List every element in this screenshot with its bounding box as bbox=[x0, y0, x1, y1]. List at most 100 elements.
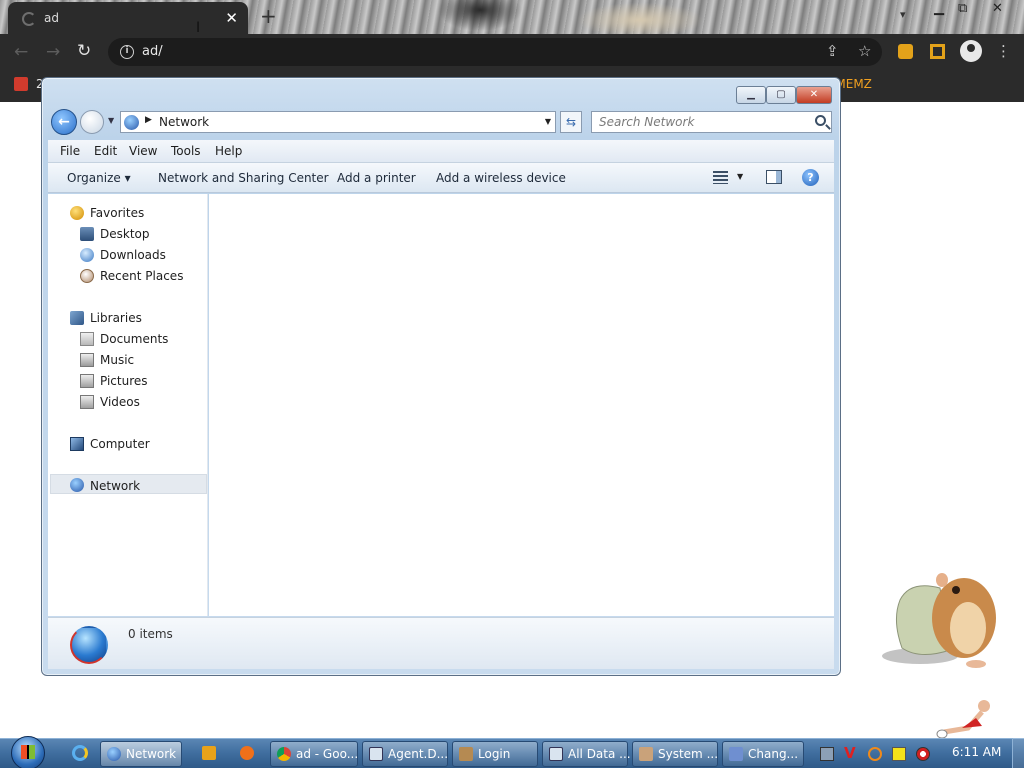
desktop-icon bbox=[80, 227, 94, 241]
breadcrumb-arrow-icon[interactable]: ▶ bbox=[145, 115, 152, 125]
hamster-mascot bbox=[882, 573, 996, 668]
explorer-back-button[interactable]: ← bbox=[51, 109, 77, 135]
view-dropdown-icon[interactable]: ▼ bbox=[737, 172, 743, 181]
search-icon[interactable] bbox=[815, 115, 826, 126]
menu-view[interactable]: View bbox=[129, 144, 157, 158]
address-bar[interactable]: i ad/ bbox=[108, 38, 882, 66]
tab-search-icon[interactable]: ▾ bbox=[900, 8, 906, 21]
task-all-data[interactable]: All Data ... bbox=[542, 741, 631, 767]
explorer-forward-button[interactable] bbox=[80, 110, 104, 134]
details-pane: 0 items bbox=[48, 617, 834, 669]
refresh-icon[interactable]: ⇆ bbox=[560, 111, 582, 133]
nav-recent-places[interactable]: Recent Places bbox=[100, 269, 183, 283]
menu-kebab-icon[interactable]: ⋮ bbox=[996, 42, 1011, 60]
change-view-icon[interactable] bbox=[713, 171, 728, 184]
computer-icon bbox=[70, 437, 84, 451]
nav-computer[interactable]: Computer bbox=[90, 437, 150, 451]
search-input[interactable]: Search Network bbox=[591, 111, 832, 133]
tray-note-icon[interactable] bbox=[892, 747, 906, 761]
nav-network[interactable]: Network bbox=[90, 479, 140, 493]
network-task-icon bbox=[107, 747, 121, 761]
file-list-pane[interactable] bbox=[209, 194, 834, 616]
profile-avatar-icon[interactable] bbox=[960, 40, 982, 62]
breadcrumb-network[interactable]: Network bbox=[159, 115, 209, 129]
chrome-icon bbox=[277, 747, 291, 761]
tray-search-icon[interactable] bbox=[868, 747, 882, 761]
forward-arrow-icon[interactable]: → bbox=[46, 42, 60, 62]
command-bar: Organize ▾ Network and Sharing Center Ad… bbox=[48, 163, 834, 193]
window-minimize-icon[interactable]: ▁ bbox=[934, 1, 944, 16]
nav-libraries[interactable]: Libraries bbox=[90, 311, 142, 325]
figure-shoe bbox=[936, 729, 948, 739]
network-sharing-center-button[interactable]: Network and Sharing Center bbox=[158, 171, 329, 185]
nav-desktop[interactable]: Desktop bbox=[100, 227, 150, 241]
minimize-button[interactable]: ▁ bbox=[736, 86, 766, 104]
preview-pane-icon[interactable] bbox=[766, 170, 782, 184]
menu-help[interactable]: Help bbox=[215, 144, 242, 158]
tray-app-icon[interactable] bbox=[820, 747, 834, 761]
extensions-icon[interactable] bbox=[898, 44, 913, 59]
reload-icon[interactable]: ↻ bbox=[77, 41, 91, 61]
media-player-icon[interactable] bbox=[194, 743, 224, 765]
task-label: ad - Goo... bbox=[296, 747, 359, 761]
tab-close-button[interactable]: ✕ bbox=[225, 9, 238, 27]
nav-videos[interactable]: Videos bbox=[100, 395, 140, 409]
menu-tools[interactable]: Tools bbox=[171, 144, 201, 158]
organize-button[interactable]: Organize ▾ bbox=[67, 171, 131, 185]
hamster-belly bbox=[950, 602, 986, 654]
address-dropdown-icon[interactable]: ▼ bbox=[545, 117, 551, 126]
menu-file[interactable]: File bbox=[60, 144, 80, 158]
figure-dress bbox=[962, 718, 982, 728]
clock[interactable]: 6:11 AM bbox=[952, 745, 1001, 759]
navigation-pane: Favorites Desktop Downloads Recent Place… bbox=[48, 194, 208, 616]
pictures-icon bbox=[80, 374, 94, 388]
nav-documents[interactable]: Documents bbox=[100, 332, 168, 346]
tray-v-icon[interactable]: V bbox=[844, 746, 858, 761]
maximize-button[interactable]: ▢ bbox=[766, 86, 796, 104]
downloads-icon bbox=[80, 248, 94, 262]
bookmark-icon[interactable] bbox=[14, 77, 28, 91]
bookmark-star-icon[interactable]: ☆ bbox=[858, 42, 871, 60]
task-login[interactable]: Login bbox=[452, 741, 538, 767]
start-button[interactable] bbox=[8, 736, 45, 768]
windows-logo-icon bbox=[21, 745, 35, 759]
help-icon[interactable]: ? bbox=[802, 169, 819, 186]
history-dropdown-icon[interactable]: ▼ bbox=[108, 116, 114, 125]
task-change[interactable]: Chang... bbox=[722, 741, 804, 767]
share-icon[interactable]: ⇪ bbox=[826, 42, 839, 60]
browser-tab-strip: ad ✕ + ▾ ▁ ⧉ ✕ bbox=[0, 0, 1024, 34]
add-wireless-device-button[interactable]: Add a wireless device bbox=[436, 171, 566, 185]
nav-favorites[interactable]: Favorites bbox=[90, 206, 144, 220]
login-icon bbox=[459, 747, 473, 761]
tray-record-icon[interactable] bbox=[916, 747, 930, 761]
explorer-address-bar[interactable]: ▶ Network ▼ bbox=[120, 111, 556, 133]
task-network[interactable]: Network bbox=[100, 741, 182, 767]
window-restore-icon[interactable]: ⧉ bbox=[958, 1, 967, 16]
tab-title: ad bbox=[44, 11, 59, 25]
url-text[interactable]: ad/ bbox=[142, 44, 163, 59]
side-panel-icon[interactable] bbox=[930, 44, 945, 59]
window-close-icon[interactable]: ✕ bbox=[992, 1, 1003, 16]
app-pinned-icon[interactable] bbox=[232, 743, 262, 765]
info-icon[interactable]: i bbox=[120, 45, 134, 59]
task-agent[interactable]: Agent.D... bbox=[362, 741, 448, 767]
show-desktop-button[interactable] bbox=[1012, 738, 1024, 768]
new-tab-button[interactable]: + bbox=[260, 4, 277, 28]
internet-explorer-icon[interactable] bbox=[64, 743, 94, 765]
videos-icon bbox=[80, 395, 94, 409]
browser-tab[interactable]: ad ✕ bbox=[8, 2, 248, 34]
back-arrow-icon[interactable]: ← bbox=[14, 42, 28, 62]
nav-music[interactable]: Music bbox=[100, 353, 134, 367]
window-icon bbox=[369, 747, 383, 761]
add-printer-button[interactable]: Add a printer bbox=[337, 171, 416, 185]
task-chrome[interactable]: ad - Goo... bbox=[270, 741, 358, 767]
task-label: Network bbox=[126, 747, 177, 761]
close-button[interactable]: ✕ bbox=[796, 86, 832, 104]
menu-edit[interactable]: Edit bbox=[94, 144, 117, 158]
task-label: Agent.D... bbox=[388, 747, 449, 761]
task-label: System ... bbox=[658, 747, 719, 761]
nav-downloads[interactable]: Downloads bbox=[100, 248, 166, 262]
task-system[interactable]: System ... bbox=[632, 741, 718, 767]
task-label: Chang... bbox=[748, 747, 799, 761]
nav-pictures[interactable]: Pictures bbox=[100, 374, 148, 388]
